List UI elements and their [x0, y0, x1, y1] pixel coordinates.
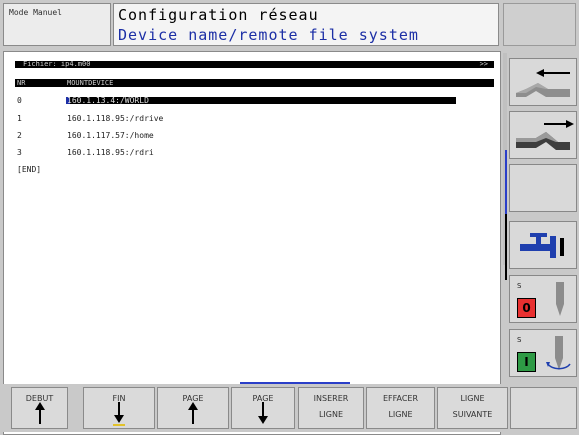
row-mountdevice[interactable]: 160.1.118.95:/rdri [67, 148, 154, 157]
row-mountdevice[interactable]: 160.1.13.4:/WORLD [67, 96, 149, 105]
mode-indicator: Mode Manuel [3, 3, 111, 46]
arrow-down-icon [113, 402, 125, 426]
file-nav-indicator: >> [479, 60, 488, 68]
row-nr: 3 [17, 148, 22, 157]
spindle-start-label: S [517, 336, 522, 344]
page-title: Configuration réseau [118, 6, 319, 24]
row-nr: 2 [17, 131, 22, 140]
page-subtitle: Device name/remote file system [118, 26, 419, 44]
softkey-page-down[interactable]: PAGE [231, 387, 295, 429]
main-panel [3, 51, 501, 435]
file-bar: Fichier: ip4.m00 >> [15, 61, 494, 68]
arrow-right-icon [516, 120, 574, 150]
row-mountdevice[interactable]: 160.1.117.57:/home [67, 131, 154, 140]
softkey-insert-label-2: LIGNE [318, 410, 344, 419]
end-label: [END] [17, 165, 42, 174]
softkey-next-line[interactable]: LIGNE SUIVANTE [437, 387, 508, 429]
softkey-group-indicator [240, 382, 350, 384]
softkey-move-right[interactable] [509, 111, 577, 159]
softkey-delete-label-2: LIGNE [388, 410, 413, 419]
softkey-page-up[interactable]: PAGE [157, 387, 229, 429]
softkey-insert-label-1: INSERER [313, 394, 349, 403]
row-nr: 1 [17, 114, 22, 123]
softkey-delete-label-1: EFFACER [382, 394, 419, 403]
softkey-coolant[interactable] [509, 221, 577, 269]
column-header-nr: NR [17, 79, 26, 87]
spindle-stop-label: S [517, 282, 522, 290]
spindle-start-badge: I [517, 352, 536, 372]
softkey-move-left[interactable] [509, 58, 577, 106]
row-nr: 0 [17, 96, 22, 105]
coolant-valve-icon [520, 233, 564, 258]
page-down-arrow-icon [258, 402, 268, 424]
top-right-panel [503, 3, 576, 46]
row-mountdevice[interactable]: 160.1.118.95:/rdrive [67, 114, 163, 123]
softkey-delete-line[interactable]: EFFACER LIGNE [366, 387, 435, 429]
softkey-spindle-start[interactable]: S I [509, 329, 577, 377]
softkey-insert-line[interactable]: INSERER LIGNE [298, 387, 364, 429]
spindle-icon [556, 282, 564, 316]
file-name: Fichier: ip4.m00 [23, 60, 91, 68]
scrollbar-segment [505, 214, 507, 280]
softkey-debut[interactable]: DEBUT [11, 387, 68, 429]
spindle-rotating-icon [546, 336, 571, 370]
table-header: NR MOUNTDEVICE [15, 79, 494, 87]
scrollbar-thumb[interactable] [505, 150, 507, 214]
arrow-up-icon [34, 402, 45, 424]
softkey-spindle-stop[interactable]: S 0 [509, 275, 577, 323]
softkey-empty[interactable] [509, 164, 577, 212]
softkey-next-label-1: LIGNE [460, 394, 485, 403]
softkey-fin[interactable]: FIN [83, 387, 155, 429]
softkey-next-label-2: SUIVANTE [452, 410, 493, 419]
spindle-stop-badge: 0 [517, 298, 536, 318]
arrow-left-icon [516, 69, 570, 97]
column-header-mountdevice: MOUNTDEVICE [67, 79, 114, 87]
page-up-arrow-icon [188, 402, 198, 424]
softkey-empty-bottom[interactable] [510, 387, 577, 429]
